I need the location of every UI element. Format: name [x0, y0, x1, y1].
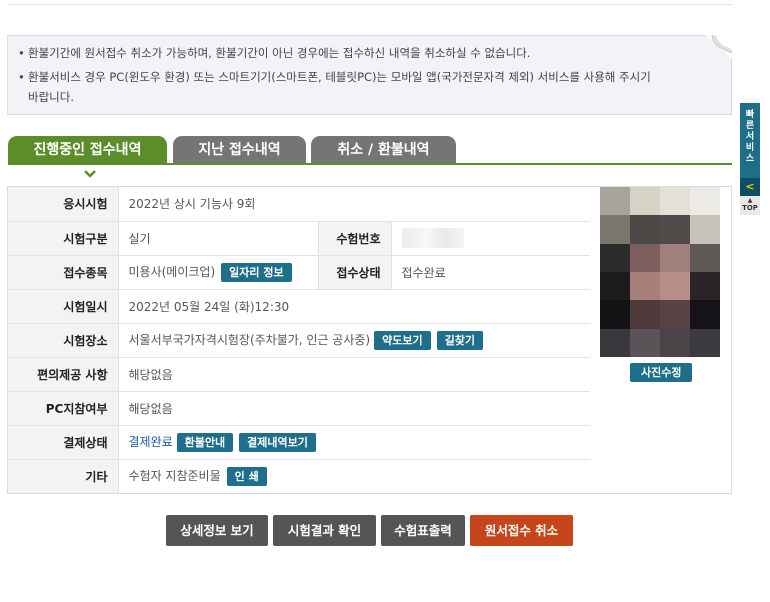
- etc-cell: 수험자 지참준비물 인 쇄: [117, 459, 590, 493]
- photo-edit-button[interactable]: 사진수정: [630, 363, 693, 382]
- status-label: 접수상태: [317, 255, 391, 290]
- page-fold-icon: [706, 35, 732, 59]
- table-row: PC지참여부 해당없음: [8, 391, 590, 426]
- table-row: 응시시험 2022년 상시 기능사 9회: [8, 187, 590, 222]
- directions-button[interactable]: 길찾기: [436, 330, 483, 350]
- quick-service-tab[interactable]: 빠른서비스: [740, 103, 760, 178]
- exam-type-value: 실기: [117, 221, 318, 256]
- datetime-value: 2022년 05월 24일 (화)12:30: [117, 289, 590, 324]
- exam-type-label: 시험구분: [8, 221, 118, 256]
- exam-value: 2022년 상시 기능사 9회: [117, 187, 590, 222]
- application-card: 응시시험 2022년 상시 기능사 9회 시험구분 실기 수험번호 접수종목 미…: [7, 186, 732, 494]
- cancel-application-button[interactable]: 원서접수 취소: [470, 515, 573, 546]
- pc-value: 해당없음: [117, 391, 590, 426]
- job-info-button[interactable]: 일자리 정보: [221, 262, 292, 282]
- category-label: 접수종목: [8, 255, 118, 290]
- chevron-down-icon: [84, 170, 96, 178]
- convenience-value: 해당없음: [117, 357, 590, 392]
- tab-underline: [8, 163, 732, 165]
- payment-history-button[interactable]: 결제내역보기: [239, 432, 316, 452]
- table-row: 결제상태 결제완료 환불안내 결제내역보기: [8, 425, 590, 460]
- category-cell: 미용사(메이크업) 일자리 정보: [117, 255, 318, 290]
- payment-cell: 결제완료 환불안내 결제내역보기: [117, 425, 590, 460]
- redacted-exam-number: [401, 228, 464, 248]
- table-row: 시험일시 2022년 05월 24일 (화)12:30: [8, 289, 590, 324]
- print-button[interactable]: 인 쇄: [226, 466, 267, 486]
- convenience-label: 편의제공 사항: [8, 357, 118, 392]
- table-row: 편의제공 사항 해당없음: [8, 357, 590, 392]
- table-row: 접수종목 미용사(메이크업) 일자리 정보 접수상태 접수완료: [8, 255, 590, 290]
- table-row: 기타 수험자 지참준비물 인 쇄: [8, 459, 590, 493]
- place-value: 서울서부국가자격시험장(주차불가, 인근 공사중): [128, 332, 371, 347]
- quick-service-panel: 빠른서비스 < ▲ TOP: [740, 103, 760, 215]
- exam-number-label: 수험번호: [317, 221, 391, 256]
- top-label: TOP: [742, 204, 758, 212]
- etc-value: 수험자 지참준비물: [128, 468, 221, 483]
- notice-item: 환불서비스 경우 PC(윈도우 환경) 또는 스마트기기(스마트폰, 테블릿PC…: [18, 67, 658, 107]
- notice-list: 환불기간에 원서접수 취소가 가능하며, 환불기간이 아닌 경우에는 접수하신 …: [18, 43, 721, 107]
- notice-box: 환불기간에 원서접수 취소가 가능하며, 환불기간이 아닌 경우에는 접수하신 …: [7, 35, 732, 115]
- scroll-top-button[interactable]: ▲ TOP: [740, 196, 760, 215]
- place-label: 시험장소: [8, 323, 118, 358]
- tab-cancel-refund[interactable]: 취소 / 환불내역: [311, 136, 456, 165]
- category-value: 미용사(메이크업): [128, 264, 216, 279]
- chevron-left-icon[interactable]: <: [740, 178, 760, 196]
- exam-result-button[interactable]: 시험결과 확인: [273, 515, 376, 546]
- exam-label: 응시시험: [8, 187, 118, 222]
- payment-value: 결제완료: [128, 434, 173, 449]
- print-ticket-button[interactable]: 수험표출력: [381, 515, 465, 546]
- applicant-photo: [600, 187, 720, 357]
- refund-guide-button[interactable]: 환불안내: [176, 432, 234, 452]
- payment-label: 결제상태: [8, 425, 118, 460]
- exam-number-value: [390, 221, 590, 256]
- status-value: 접수완료: [390, 255, 590, 290]
- detail-view-button[interactable]: 상세정보 보기: [166, 515, 268, 546]
- etc-label: 기타: [8, 459, 118, 493]
- tab-past-applications[interactable]: 지난 접수내역: [173, 136, 306, 165]
- datetime-label: 시험일시: [8, 289, 118, 324]
- quick-service-label: 빠른서비스: [745, 110, 755, 164]
- application-details-table: 응시시험 2022년 상시 기능사 9회 시험구분 실기 수험번호 접수종목 미…: [8, 187, 590, 493]
- place-cell: 서울서부국가자격시험장(주차불가, 인근 공사중) 약도보기 길찾기: [117, 323, 590, 358]
- notice-item: 환불기간에 원서접수 취소가 가능하며, 환불기간이 아닌 경우에는 접수하신 …: [18, 43, 721, 63]
- tab-current-applications[interactable]: 진행중인 접수내역: [8, 136, 167, 165]
- top-divider: [8, 4, 732, 5]
- table-row: 시험구분 실기 수험번호: [8, 221, 590, 256]
- table-row: 시험장소 서울서부국가자격시험장(주차불가, 인근 공사중) 약도보기 길찾기: [8, 323, 590, 358]
- map-button[interactable]: 약도보기: [374, 330, 431, 350]
- pc-label: PC지참여부: [8, 391, 118, 426]
